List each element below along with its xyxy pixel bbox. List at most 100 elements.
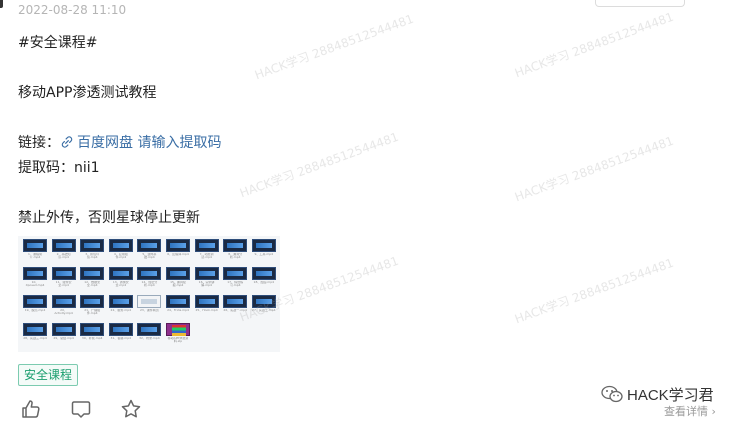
attachment-thumbnail[interactable]: 1、课程简介.mp4	[23, 239, 47, 262]
post-title: 移动APP渗透测试教程	[18, 85, 157, 101]
thumbnail-caption: 2、基础知识.mp4	[56, 253, 71, 259]
post-hashtag[interactable]: #安全课程#	[18, 32, 97, 52]
thumbnail-preview	[108, 267, 133, 280]
attachment-thumbnail[interactable]: 26、实战一.mp4	[223, 295, 248, 318]
attachment-thumbnail[interactable]: 30、补充.mp4	[80, 323, 105, 346]
thumbnail-caption: 19、脱壳.mp4	[24, 309, 46, 312]
thumbnail-preview	[137, 323, 162, 336]
thumbnail-preview	[51, 295, 76, 308]
thumbnail-preview	[108, 295, 133, 308]
thumbnail-preview	[223, 267, 248, 280]
attachment-thumbnail[interactable]: 2、基础知识.mp4	[51, 239, 76, 262]
attachment-thumbnail[interactable]: 22、服务.mp4	[108, 295, 133, 318]
thumbnail-caption: 24、Frida.mp4	[167, 309, 189, 312]
thumbnail-preview	[23, 267, 47, 280]
thumbnail-preview	[194, 295, 219, 308]
thumbnail-preview	[137, 295, 162, 308]
thumbnail-preview	[23, 239, 47, 252]
attachment-thumbnail[interactable]: 17、综合练习.mp4	[223, 267, 248, 290]
thumbnail-preview	[108, 323, 133, 336]
thumbnail-preview	[194, 267, 219, 280]
thumbnail-caption: 16、实例讲解.mp4	[198, 281, 215, 287]
top-action-button[interactable]	[595, 0, 685, 7]
thumbnail-caption: 17、综合练习.mp4	[227, 281, 244, 287]
attachment-thumbnail[interactable]: 8、漏洞分析.mp4	[223, 239, 248, 262]
thumbnail-caption: 22、服务.mp4	[110, 309, 132, 312]
attachment-thumbnail[interactable]: 29、总结.mp4	[51, 323, 76, 346]
attachment-thumbnail[interactable]: 23、课件网页	[137, 295, 162, 318]
attachment-thumbnail[interactable]: 12、数据安全.mp4	[80, 267, 105, 290]
attachment-thumbnail[interactable]: 13、通信安全.mp4	[108, 267, 133, 290]
attachment-thumbnail[interactable]: 18、加固.mp4	[251, 267, 276, 290]
attachment-thumbnail[interactable]: 32、附录.mp4	[137, 323, 162, 346]
attachment-thumbnail[interactable]: 6、反编译.mp4	[166, 239, 190, 262]
thumbnail-caption: 18、加固.mp4	[253, 281, 275, 284]
attachment-thumbnail[interactable]: 16、实例讲解.mp4	[194, 267, 219, 290]
attachment-thumbnail[interactable]: 10、Xposed.mp4	[23, 267, 47, 290]
thumbnail-preview	[223, 239, 248, 252]
attachment-thumbnail[interactable]: 24、Frida.mp4	[166, 295, 190, 318]
thumbnail-caption: 15、漏洞挖掘.mp4	[170, 281, 186, 287]
post-code-line: 提取码：nii1	[18, 160, 100, 176]
thumbnail-caption: 26、实战一.mp4	[223, 309, 247, 312]
post-date: 2022-08-28 11:10	[18, 3, 127, 17]
thumbnail-caption: 27、实战二.mp4	[252, 309, 276, 312]
attachment-thumbnail[interactable]: 19、脱壳.mp4	[23, 295, 47, 318]
thumbnail-caption: 6、反编译.mp4	[167, 253, 189, 256]
baidu-pan-link-text: 百度网盘 请输入提取码	[77, 135, 222, 151]
attachment-thumbnail[interactable]: 4、应用组件.mp4	[108, 239, 133, 262]
chevron-right-icon: ›	[711, 405, 716, 418]
attachment-thumbnail[interactable]: 14、加密分析.mp4	[137, 267, 162, 290]
attachment-thumbnail[interactable]: 15、漏洞挖掘.mp4	[166, 267, 190, 290]
comment-icon[interactable]	[70, 398, 92, 420]
attachment-thumbnail[interactable]: 21、广播组件.mp4	[80, 295, 105, 318]
thumbnail-caption: 25、Hook.mp4	[195, 309, 218, 312]
link-icon	[61, 136, 73, 148]
link-label: 链接：	[18, 135, 60, 151]
attachment-thumbnail[interactable]: 11、组件安全.mp4	[51, 267, 76, 290]
watermark-text: HACK学习 28848512544481	[252, 11, 416, 83]
thumbnail-caption: 21、广播组件.mp4	[84, 309, 101, 315]
attachment-thumbnail[interactable]: 移动APP渗透资料.zip	[166, 323, 190, 346]
thumbnail-caption: 1、课程简介.mp4	[28, 253, 42, 259]
thumbnail-preview	[166, 239, 190, 252]
like-icon[interactable]	[20, 398, 42, 420]
attachment-thumbnail[interactable]: 31、答疑.mp4	[108, 323, 133, 346]
baidu-pan-link[interactable]: 百度网盘 请输入提取码	[60, 135, 221, 151]
attachment-thumbnail[interactable]: 20、Activity.mp4	[51, 295, 76, 318]
thumbnail-preview	[137, 239, 162, 252]
view-details-text: 查看详情	[664, 405, 708, 418]
post-notice: 禁止外传，否则星球停止更新	[18, 210, 200, 226]
thumbnail-preview	[166, 267, 190, 280]
thumbnail-caption: 8、漏洞分析.mp4	[228, 253, 243, 259]
attachment-thumbnail[interactable]: 9、工具.mp4	[251, 239, 276, 262]
thumbnail-preview	[51, 267, 76, 280]
attachment-thumbnail[interactable]: 27、实战二.mp4	[251, 295, 276, 318]
thumbnail-preview	[23, 295, 47, 308]
view-details-link[interactable]: 查看详情 ›	[664, 403, 716, 419]
post-link-line: 链接： 百度网盘 请输入提取码	[18, 132, 221, 152]
favorite-star-icon[interactable]	[120, 398, 142, 420]
attachment-thumbnail[interactable]: 5、逆向基础.mp4	[137, 239, 162, 262]
thumbnail-caption: 14、加密分析.mp4	[141, 281, 158, 287]
wechat-icon	[601, 385, 623, 403]
attachment-thumbnail[interactable]: 7、动态调试.mp4	[194, 239, 219, 262]
attachment-thumbnail[interactable]: 25、Hook.mp4	[194, 295, 219, 318]
thumbnail-caption: 11、组件安全.mp4	[55, 281, 72, 287]
attachment-thumbnail[interactable]: 3、抓包环境.mp4	[80, 239, 105, 262]
thumbnail-preview	[80, 267, 105, 280]
tag-security-course[interactable]: 安全课程	[18, 364, 79, 386]
thumbnail-preview	[194, 239, 219, 252]
thumbnail-caption: 移动APP渗透资料.zip	[167, 337, 189, 343]
thumbnail-caption: 31、答疑.mp4	[110, 337, 132, 340]
thumbnail-caption: 32、附录.mp4	[139, 337, 160, 340]
thumbnail-preview	[51, 323, 76, 336]
attachment-image-grid[interactable]: 1、课程简介.mp4 2、基础知识.mp4 3、抓包环境.mp4 4、应用组件.mp4…	[18, 236, 280, 352]
thumbnail-preview	[51, 239, 76, 252]
attachment-thumbnail[interactable]: 28、实战三.mp4	[23, 323, 47, 346]
thumbnail-preview	[80, 295, 105, 308]
thumbnail-caption: 29、总结.mp4	[53, 337, 74, 340]
watermark-text: HACK学习 28848512544481	[512, 9, 676, 81]
watermark-text: HACK学习 28848512544481	[237, 129, 401, 201]
watermark-text: HACK学习 28848512544481	[512, 133, 676, 205]
